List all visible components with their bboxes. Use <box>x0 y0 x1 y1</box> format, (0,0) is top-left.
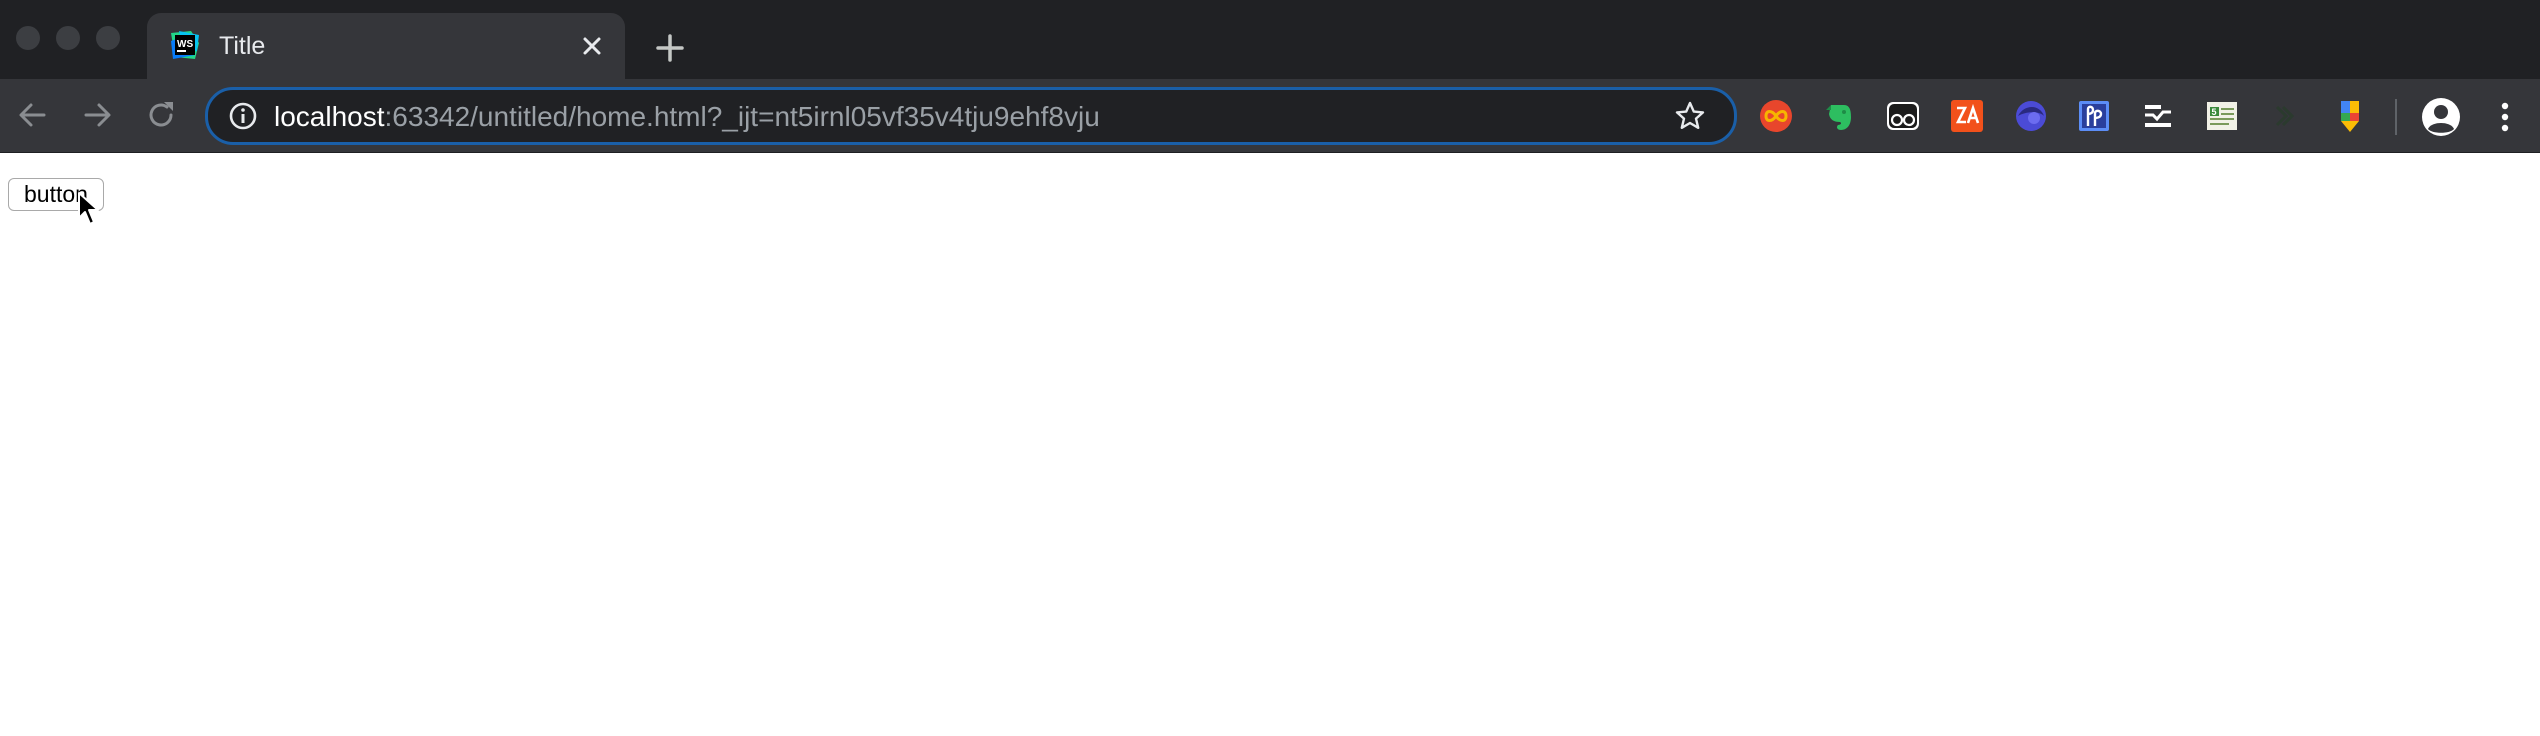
page-content: button <box>0 153 2540 736</box>
info-icon[interactable] <box>228 101 258 131</box>
more-menu-icon[interactable] <box>2490 97 2520 137</box>
blue-orb-extension-icon[interactable] <box>2014 99 2048 133</box>
plus-icon[interactable] <box>650 28 690 68</box>
toolbar-separator <box>2395 99 2397 135</box>
url-host: localhost <box>274 101 385 132</box>
browser-window: WS Title localhost:63342/untitled/home.h… <box>0 0 2540 736</box>
star-icon[interactable] <box>1674 100 1706 132</box>
svg-text:5: 5 <box>2212 107 2217 117</box>
glasses-extension-icon[interactable] <box>1886 99 1920 133</box>
close-icon[interactable] <box>577 31 607 61</box>
reload-icon[interactable] <box>142 96 180 134</box>
mouse-cursor-icon <box>78 192 99 225</box>
red-extension-icon[interactable] <box>1950 99 1984 133</box>
lines-extension-icon[interactable] <box>2141 99 2175 133</box>
url-path: :63342/untitled/home.html?_ijt=nt5irnl05… <box>384 101 1100 132</box>
blue-square-extension-icon[interactable] <box>2077 99 2111 133</box>
color-pin-extension-icon[interactable] <box>2333 99 2367 133</box>
url-text[interactable]: localhost:63342/untitled/home.html?_ijt=… <box>274 101 1100 133</box>
window-maximize-light[interactable] <box>96 26 120 50</box>
svg-text:WS: WS <box>177 39 193 50</box>
profile-avatar-icon[interactable] <box>2421 97 2461 137</box>
tab-active[interactable]: WS Title <box>147 13 625 79</box>
address-bar[interactable]: localhost:63342/untitled/home.html?_ijt=… <box>205 87 1737 145</box>
arrow-back-icon[interactable] <box>14 96 52 134</box>
infinity-extension-icon[interactable] <box>1759 99 1793 133</box>
browser-toolbar: localhost:63342/untitled/home.html?_ijt=… <box>0 79 2540 153</box>
arrow-forward-icon[interactable] <box>78 96 116 134</box>
window-minimize-light[interactable] <box>56 26 80 50</box>
tab-title: Title <box>219 32 266 60</box>
webstorm-icon: WS <box>171 31 199 59</box>
dim-extension-icon[interactable] <box>2269 99 2303 133</box>
sheet-extension-icon[interactable]: 5 <box>2205 99 2239 133</box>
tab-strip: WS Title <box>0 0 2540 79</box>
evernote-extension-icon[interactable] <box>1822 99 1856 133</box>
window-close-light[interactable] <box>16 26 40 50</box>
